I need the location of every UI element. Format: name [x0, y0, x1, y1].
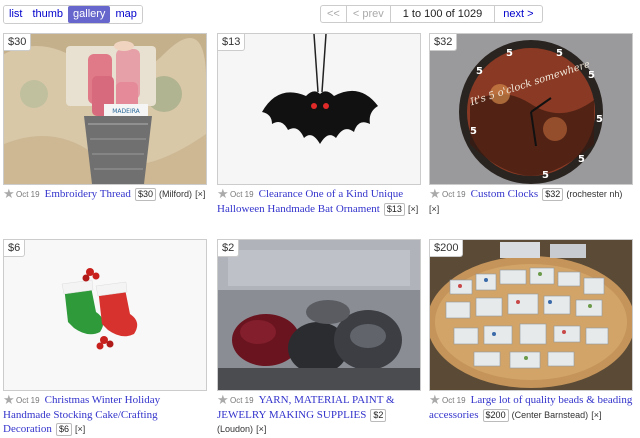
listing-location: (rochester nh) [566, 189, 623, 199]
hide-listing-button[interactable]: [×] [408, 204, 418, 214]
price-badge: $2 [218, 240, 240, 257]
clock-numeral: 5 [470, 126, 477, 137]
price-badge: $200 [430, 240, 464, 257]
listing-info: ★Oct 19 Large lot of quality beads & bea… [429, 391, 633, 422]
listing-card: $2 ★Oct 19 YARN, MATERIAL PAINT & JEWELR… [217, 239, 421, 436]
favorite-star-icon[interactable]: ★ [217, 187, 229, 201]
price-badge: $13 [218, 34, 246, 51]
clock-numeral: 5 [506, 48, 513, 59]
listing-price: $13 [383, 203, 405, 216]
listing-card: MADEIRA $30 ★Oct 19 Embroidery Thread $3… [3, 33, 207, 202]
yarn-supplies-photo [218, 240, 420, 390]
first-page-button[interactable]: << [320, 5, 347, 23]
listing-image[interactable]: $6 [3, 239, 207, 391]
listing-image[interactable]: $2 [217, 239, 421, 391]
result-range: 1 to 100 of 1029 [390, 5, 496, 23]
listing-info: ★Oct 19 Embroidery Thread $30 (Milford) … [3, 185, 207, 202]
listing-info: ★Oct 19 YARN, MATERIAL PAINT & JEWELRY M… [217, 391, 421, 436]
beads-lot-photo [430, 240, 632, 390]
clock-photo: It's 5 o'clock somewhere 5 5 5 5 5 5 5 5 [430, 34, 632, 184]
listing-image[interactable]: $13 [217, 33, 421, 185]
listing-price: $2 [370, 409, 387, 422]
posted-date: Oct 19 [16, 190, 40, 199]
favorite-star-icon[interactable]: ★ [429, 393, 441, 407]
listing-location: (Center Barnstead) [511, 410, 589, 420]
hide-listing-button[interactable]: [×] [75, 424, 85, 434]
posted-date: Oct 19 [16, 396, 40, 405]
clock-numeral: 5 [476, 66, 483, 77]
toolbar: list thumb gallery map << < prev 1 to 10… [0, 0, 640, 30]
hide-listing-button[interactable]: [×] [195, 189, 205, 199]
view-thumb-button[interactable]: thumb [27, 6, 69, 23]
prev-page-button[interactable]: < prev [346, 5, 391, 23]
favorite-star-icon[interactable]: ★ [217, 393, 229, 407]
listing-card: It's 5 o'clock somewhere 5 5 5 5 5 5 5 5… [429, 33, 633, 216]
posted-date: Oct 19 [230, 396, 254, 405]
favorite-star-icon[interactable]: ★ [3, 393, 15, 407]
listing-title-link[interactable]: Custom Clocks [471, 188, 539, 200]
pagination: << < prev 1 to 100 of 1029 next > [320, 5, 543, 23]
listing-image[interactable]: It's 5 o'clock somewhere 5 5 5 5 5 5 5 5… [429, 33, 633, 185]
thread-spools-photo: MADEIRA [4, 34, 206, 184]
price-badge: $30 [4, 34, 32, 51]
stocking-decoration-photo [4, 240, 206, 390]
listing-info: ★Oct 19 Clearance One of a Kind Unique H… [217, 185, 421, 216]
listing-price: $200 [482, 409, 509, 422]
posted-date: Oct 19 [442, 190, 466, 199]
hide-listing-button[interactable]: [×] [591, 410, 601, 420]
clock-numeral: 5 [596, 114, 603, 125]
view-mode-switcher: list thumb gallery map [3, 5, 143, 24]
listing-title-link[interactable]: Embroidery Thread [45, 188, 131, 200]
hide-listing-button[interactable]: [×] [256, 424, 266, 434]
clock-numeral: 5 [542, 170, 549, 181]
posted-date: Oct 19 [442, 396, 466, 405]
listing-image[interactable]: $200 [429, 239, 633, 391]
listing-price: $6 [55, 423, 72, 436]
favorite-star-icon[interactable]: ★ [3, 187, 15, 201]
hide-listing-button[interactable]: [×] [429, 204, 439, 214]
clock-numeral: 5 [556, 48, 563, 59]
posted-date: Oct 19 [230, 190, 254, 199]
listing-info: ★Oct 19 Christmas Winter Holiday Handmad… [3, 391, 207, 436]
next-page-button[interactable]: next > [495, 5, 543, 23]
listing-price: $30 [134, 188, 156, 201]
view-list-button[interactable]: list [4, 6, 28, 23]
listing-card: $200 ★Oct 19 Large lot of quality beads … [429, 239, 633, 422]
price-badge: $32 [430, 34, 458, 51]
clock-numeral: 5 [588, 70, 595, 81]
clock-numeral: 5 [578, 154, 585, 165]
listing-info: ★Oct 19 Custom Clocks $32 (rochester nh)… [429, 185, 633, 216]
view-map-button[interactable]: map [110, 6, 142, 23]
spool-label: MADEIRA [112, 108, 140, 115]
favorite-star-icon[interactable]: ★ [429, 187, 441, 201]
price-badge: $6 [4, 240, 26, 257]
listing-price: $32 [542, 188, 564, 201]
listing-location: (Loudon) [217, 424, 254, 434]
bat-ornament-photo [218, 34, 420, 184]
listing-image[interactable]: MADEIRA $30 [3, 33, 207, 185]
listing-location: (Milford) [159, 189, 193, 199]
view-gallery-button[interactable]: gallery [68, 6, 111, 23]
listing-card: $6 ★Oct 19 Christmas Winter Holiday Hand… [3, 239, 207, 436]
listing-card: $13 ★Oct 19 Clearance One of a Kind Uniq… [217, 33, 421, 216]
